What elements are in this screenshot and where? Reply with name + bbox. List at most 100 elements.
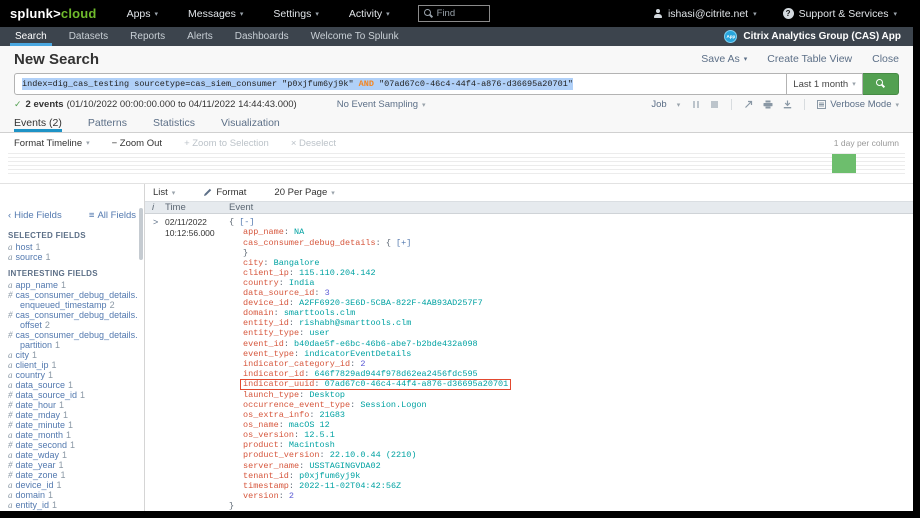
event-sampling-dropdown[interactable]: No Event Sampling ▾ — [337, 99, 426, 110]
zoom-out-button[interactable]: − Zoom Out — [112, 138, 162, 149]
nav-tab-reports[interactable]: Reports — [119, 27, 176, 46]
field-link[interactable]: device_id — [16, 480, 54, 490]
stop-icon[interactable] — [710, 100, 719, 109]
field-item-app_name[interactable]: aapp_name1 — [0, 280, 144, 290]
field-link[interactable]: date_year — [16, 460, 56, 470]
nav-tab-datasets[interactable]: Datasets — [58, 27, 119, 46]
field-link[interactable]: date_minute — [16, 420, 66, 430]
check-icon: ✓ — [14, 99, 22, 110]
splunk-cloud-logo[interactable]: splunk>cloud — [10, 6, 97, 21]
field-item-date_minute[interactable]: #date_minute1 — [0, 420, 144, 430]
save-as-label: Save As — [701, 53, 740, 65]
result-tab-visualization[interactable]: Visualization — [221, 117, 280, 132]
search-mode-dropdown[interactable]: Verbose Mode ▾ — [817, 99, 899, 110]
json-collapse-toggle[interactable]: [-] — [239, 217, 254, 227]
field-type-icon: a — [8, 490, 13, 500]
topnav-menu-messages[interactable]: Messages▾ — [188, 8, 243, 20]
nav-tab-alerts[interactable]: Alerts — [176, 27, 224, 46]
field-link[interactable]: entity_id — [16, 500, 50, 510]
field-item-city[interactable]: acity1 — [0, 350, 144, 360]
field-item-date_hour[interactable]: #date_hour1 — [0, 400, 144, 410]
field-item-device_id[interactable]: adevice_id1 — [0, 480, 144, 490]
create-table-view-button[interactable]: Create Table View — [767, 53, 852, 65]
json-value: 21G83 — [320, 410, 346, 420]
hide-fields-button[interactable]: ‹ Hide Fields — [8, 210, 62, 221]
field-link[interactable]: cas_consumer_debug_details.partition — [16, 330, 138, 350]
field-link[interactable]: host — [16, 242, 33, 252]
field-link[interactable]: date_mday — [16, 410, 61, 420]
field-link[interactable]: country — [16, 370, 46, 380]
app-context[interactable]: App Citrix Analytics Group (CAS) App — [724, 27, 901, 46]
format-button[interactable]: Format — [203, 187, 246, 198]
field-link[interactable]: city — [16, 350, 30, 360]
field-link[interactable]: source — [16, 252, 43, 262]
search-query-input[interactable]: index=dig_cas_testing sourcetype=cas_sie… — [14, 73, 787, 95]
field-link[interactable]: client_ip — [16, 360, 49, 370]
topnav-menu-activity[interactable]: Activity▾ — [349, 8, 390, 20]
search-submit-button[interactable] — [863, 73, 899, 95]
nav-tab-welcome-to-splunk[interactable]: Welcome To Splunk — [300, 27, 410, 46]
time-range-picker[interactable]: Last 1 month ▾ — [787, 73, 863, 95]
find-search-input[interactable]: Find — [418, 5, 490, 22]
json-value: 12.5.1 — [304, 430, 335, 440]
field-link[interactable]: date_zone — [16, 470, 58, 480]
field-link[interactable]: date_wday — [16, 450, 60, 460]
create-table-view-label: Create Table View — [767, 53, 852, 65]
expand-event-icon[interactable]: > — [145, 217, 165, 511]
field-item-date_wday[interactable]: adate_wday1 — [0, 450, 144, 460]
field-item-country[interactable]: acountry1 — [0, 370, 144, 380]
field-item-date_second[interactable]: #date_second1 — [0, 440, 144, 450]
field-item-cas_consumer_debug_details-enqueued_timestamp[interactable]: #cas_consumer_debug_details.enqueued_tim… — [0, 290, 144, 310]
nav-tab-search[interactable]: Search — [4, 27, 58, 46]
all-fields-button[interactable]: ≡ All Fields — [89, 210, 136, 221]
json-value: 07ad67c0-46c4-44f4-a876-d36695a20701 — [325, 379, 509, 389]
per-page-label: 20 Per Page — [274, 187, 327, 198]
deselect-button[interactable]: × Deselect — [291, 138, 336, 149]
topnav-menu-settings[interactable]: Settings▾ — [273, 8, 318, 20]
pause-icon[interactable] — [692, 100, 700, 109]
json-expand-toggle[interactable]: [+] — [396, 238, 411, 248]
zoom-to-selection-button[interactable]: + Zoom to Selection — [184, 138, 269, 149]
timeline-event-bar[interactable] — [832, 154, 856, 173]
field-item-domain[interactable]: adomain1 — [0, 490, 144, 500]
support-menu[interactable]: ? Support & Services ▾ — [783, 8, 897, 20]
result-tab-patterns[interactable]: Patterns — [88, 117, 127, 132]
field-item-entity_id[interactable]: aentity_id1 — [0, 500, 144, 510]
field-link[interactable]: date_second — [16, 440, 68, 450]
per-page-dropdown[interactable]: 20 Per Page ▾ — [274, 187, 334, 198]
field-item-source[interactable]: asource1 — [0, 252, 144, 262]
share-icon[interactable] — [744, 100, 753, 109]
download-icon[interactable] — [783, 100, 792, 109]
field-item-date_year[interactable]: #date_year1 — [0, 460, 144, 470]
field-item-date_month[interactable]: adate_month1 — [0, 430, 144, 440]
field-item-date_mday[interactable]: #date_mday1 — [0, 410, 144, 420]
field-item-data_source[interactable]: adata_source1 — [0, 380, 144, 390]
result-tab-statistics[interactable]: Statistics — [153, 117, 195, 132]
print-icon[interactable] — [763, 100, 773, 109]
field-link[interactable]: app_name — [16, 280, 59, 290]
field-link[interactable]: cas_consumer_debug_details.offset — [16, 310, 138, 330]
field-item-client_ip[interactable]: aclient_ip1 — [0, 360, 144, 370]
save-as-button[interactable]: Save As▾ — [701, 53, 747, 65]
result-tab-events-2[interactable]: Events (2) — [14, 117, 62, 132]
field-link[interactable]: cas_consumer_debug_details.enqueued_time… — [16, 290, 138, 310]
field-item-cas_consumer_debug_details-partition[interactable]: #cas_consumer_debug_details.partition1 — [0, 330, 144, 350]
field-link[interactable]: data_source_id — [16, 390, 78, 400]
field-item-data_source_id[interactable]: #data_source_id1 — [0, 390, 144, 400]
field-link[interactable]: date_hour — [16, 400, 57, 410]
topnav-menu-apps[interactable]: Apps▾ — [127, 8, 158, 20]
field-item-cas_consumer_debug_details-offset[interactable]: #cas_consumer_debug_details.offset2 — [0, 310, 144, 330]
field-link[interactable]: domain — [16, 490, 46, 500]
close-button[interactable]: Close — [872, 53, 899, 65]
field-link[interactable]: data_source — [16, 380, 66, 390]
nav-tab-dashboards[interactable]: Dashboards — [224, 27, 300, 46]
list-view-dropdown[interactable]: List ▾ — [153, 187, 175, 198]
field-item-date_zone[interactable]: #date_zone1 — [0, 470, 144, 480]
sidebar-scrollbar[interactable] — [139, 208, 143, 260]
user-menu[interactable]: ishasi@citrite.net ▾ — [653, 8, 757, 20]
field-link[interactable]: date_month — [16, 430, 64, 440]
job-menu[interactable]: Job ▾ — [651, 99, 680, 110]
field-item-host[interactable]: ahost1 — [0, 242, 144, 252]
job-controls: Job ▾ Verbose Mode ▾ — [651, 99, 899, 110]
format-timeline-dropdown[interactable]: Format Timeline ▾ — [14, 138, 90, 149]
